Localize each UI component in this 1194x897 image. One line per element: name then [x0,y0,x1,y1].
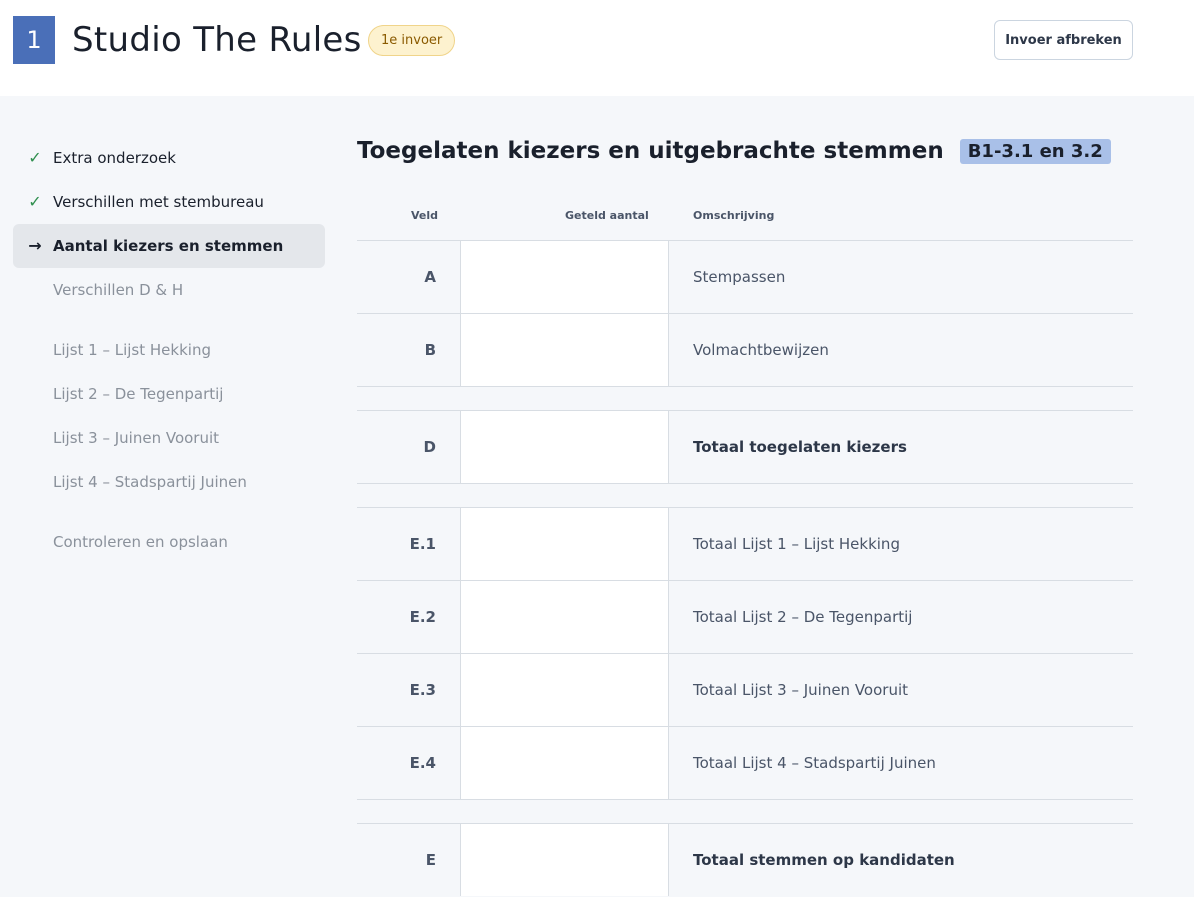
app-header: 1 Studio The Rules 1e invoer Invoer afbr… [0,0,1194,96]
table-row: D Totaal toegelaten kiezers [357,410,1133,483]
check-icon: ✓ [28,148,42,167]
column-header-description: Omschrijving [693,209,775,222]
sidebar-item-verschillen-stembureau[interactable]: ✓ Verschillen met stembureau [13,180,325,224]
form-title: Toegelaten kiezers en uitgebrachte stemm… [357,138,944,164]
sidebar-item-lijst-4[interactable]: Lijst 4 – Stadspartij Juinen [13,460,325,504]
row-separator [357,483,1133,507]
sidebar-item-label: Controleren en opslaan [53,533,228,551]
page-title: Studio The Rules [72,20,362,60]
sidebar-item-controleren[interactable]: Controleren en opslaan [13,520,325,564]
column-header-field: Veld [411,209,439,222]
field-description: Totaal Lijst 2 – De Tegenpartij [693,608,913,626]
sidebar-item-label: Lijst 4 – Stadspartij Juinen [53,473,247,491]
sidebar-item-lijst-2[interactable]: Lijst 2 – De Tegenpartij [13,372,325,416]
table-row: B Volmachtbewijzen [357,313,1133,386]
count-input-d[interactable] [460,411,669,483]
count-input-a[interactable] [460,241,669,313]
sidebar-item-label: Verschillen D & H [53,281,184,299]
section-tag: B1-3.1 en 3.2 [959,138,1111,164]
arrow-right-icon: → [28,236,42,255]
form-title-row: Toegelaten kiezers en uitgebrachte stemm… [357,138,1111,164]
field-code: E.1 [409,535,436,553]
field-code: E [425,851,436,869]
sidebar-item-label: Lijst 1 – Lijst Hekking [53,341,211,359]
sidebar-item-label: Lijst 2 – De Tegenpartij [53,385,224,403]
votes-table: A Stempassen B Volmachtbewijzen D Totaal… [357,240,1133,896]
field-description: Totaal stemmen op kandidaten [693,851,955,869]
sidebar-item-lijst-1[interactable]: Lijst 1 – Lijst Hekking [13,328,325,372]
abort-entry-button[interactable]: Invoer afbreken [994,20,1133,60]
field-description: Totaal Lijst 3 – Juinen Vooruit [693,681,909,699]
row-separator [357,799,1133,823]
field-code: E.3 [409,681,436,699]
sidebar-item-lijst-3[interactable]: Lijst 3 – Juinen Vooruit [13,416,325,460]
table-row: A Stempassen [357,240,1133,313]
count-input-b[interactable] [460,314,669,386]
count-input-e1[interactable] [460,508,669,580]
field-code: E.4 [409,754,436,772]
sidebar-item-label: Verschillen met stembureau [53,193,264,211]
progress-sidebar: ✓ Extra onderzoek ✓ Verschillen met stem… [13,136,325,564]
field-code: A [424,268,436,286]
field-code: B [424,341,436,359]
station-number-badge: 1 [13,16,55,64]
field-code: D [423,438,436,456]
column-header-count: Geteld aantal [565,209,649,222]
table-row: E Totaal stemmen op kandidaten [357,823,1133,896]
status-badge: 1e invoer [368,25,456,56]
table-row: E.2 Totaal Lijst 2 – De Tegenpartij [357,580,1133,653]
sidebar-item-extra-onderzoek[interactable]: ✓ Extra onderzoek [13,136,325,180]
sidebar-item-verschillen-dh[interactable]: Verschillen D & H [13,268,325,312]
sidebar-item-label: Lijst 3 – Juinen Vooruit [53,429,220,447]
table-row: E.3 Totaal Lijst 3 – Juinen Vooruit [357,653,1133,726]
sidebar-item-aantal-kiezers[interactable]: → Aantal kiezers en stemmen [13,224,325,268]
row-separator [357,386,1133,410]
field-description: Stempassen [693,268,786,286]
field-code: E.2 [409,608,436,626]
sidebar-item-label: Extra onderzoek [53,149,176,167]
count-input-e[interactable] [460,824,669,896]
table-row: E.1 Totaal Lijst 1 – Lijst Hekking [357,507,1133,580]
sidebar-item-label: Aantal kiezers en stemmen [53,237,284,255]
table-row: E.4 Totaal Lijst 4 – Stadspartij Juinen [357,726,1133,799]
count-input-e4[interactable] [460,727,669,799]
field-description: Totaal Lijst 4 – Stadspartij Juinen [693,754,936,772]
check-icon: ✓ [28,192,42,211]
field-description: Totaal toegelaten kiezers [693,438,907,456]
field-description: Volmachtbewijzen [693,341,829,359]
count-input-e2[interactable] [460,581,669,653]
field-description: Totaal Lijst 1 – Lijst Hekking [693,535,900,553]
count-input-e3[interactable] [460,654,669,726]
